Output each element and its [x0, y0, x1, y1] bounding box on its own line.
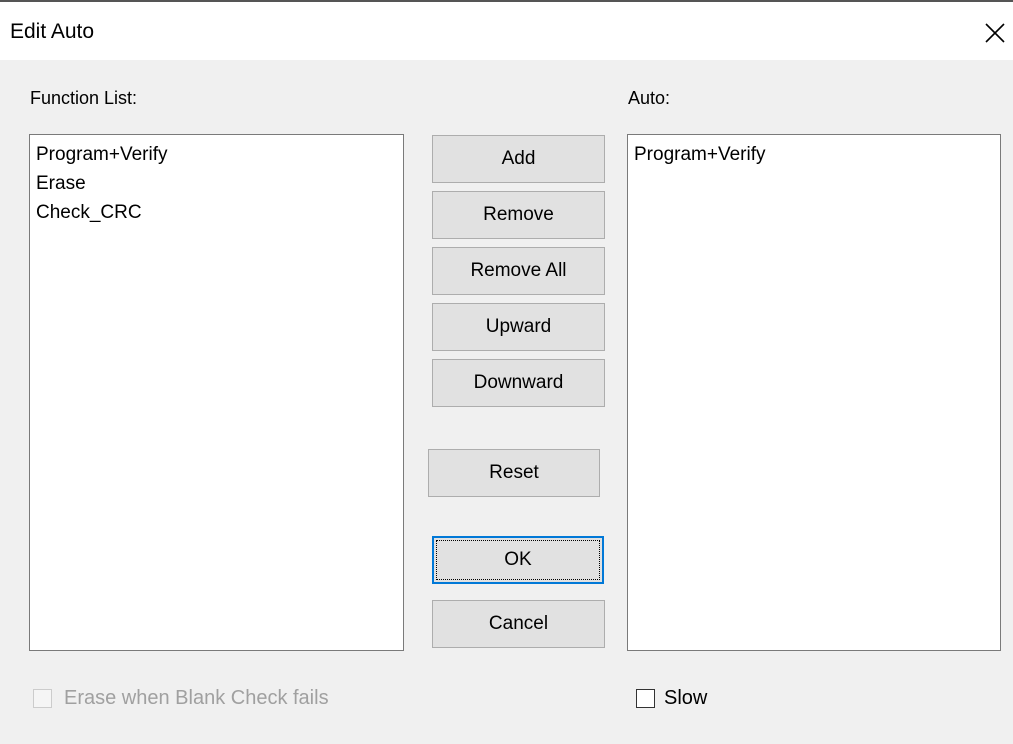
- erase-when-blank-check-fails-label: Erase when Blank Check fails: [64, 687, 329, 709]
- function-list[interactable]: Program+Verify Erase Check_CRC: [29, 134, 404, 651]
- function-list-item[interactable]: Check_CRC: [30, 198, 403, 227]
- slow-checkbox[interactable]: [636, 689, 655, 708]
- upward-button[interactable]: Upward: [432, 303, 605, 351]
- downward-button[interactable]: Downward: [432, 359, 605, 407]
- ok-button[interactable]: OK: [432, 536, 604, 584]
- auto-list-label: Auto:: [628, 88, 671, 108]
- erase-when-blank-check-fails-checkbox: [33, 689, 52, 708]
- reset-button[interactable]: Reset: [428, 449, 600, 497]
- window-title: Edit Auto: [10, 20, 95, 43]
- close-icon[interactable]: [978, 16, 1012, 50]
- focus-rectangle: [436, 540, 600, 580]
- cancel-button[interactable]: Cancel: [432, 600, 605, 648]
- remove-all-button[interactable]: Remove All: [432, 247, 605, 295]
- add-button[interactable]: Add: [432, 135, 605, 183]
- function-list-item[interactable]: Erase: [30, 169, 403, 198]
- slow-label[interactable]: Slow: [664, 687, 707, 710]
- remove-button[interactable]: Remove: [432, 191, 605, 239]
- function-list-label: Function List:: [30, 88, 138, 108]
- function-list-item[interactable]: Program+Verify: [30, 140, 403, 169]
- title-bar: Edit Auto: [0, 2, 1013, 60]
- auto-list[interactable]: Program+Verify: [627, 134, 1001, 651]
- auto-list-item[interactable]: Program+Verify: [628, 140, 1000, 169]
